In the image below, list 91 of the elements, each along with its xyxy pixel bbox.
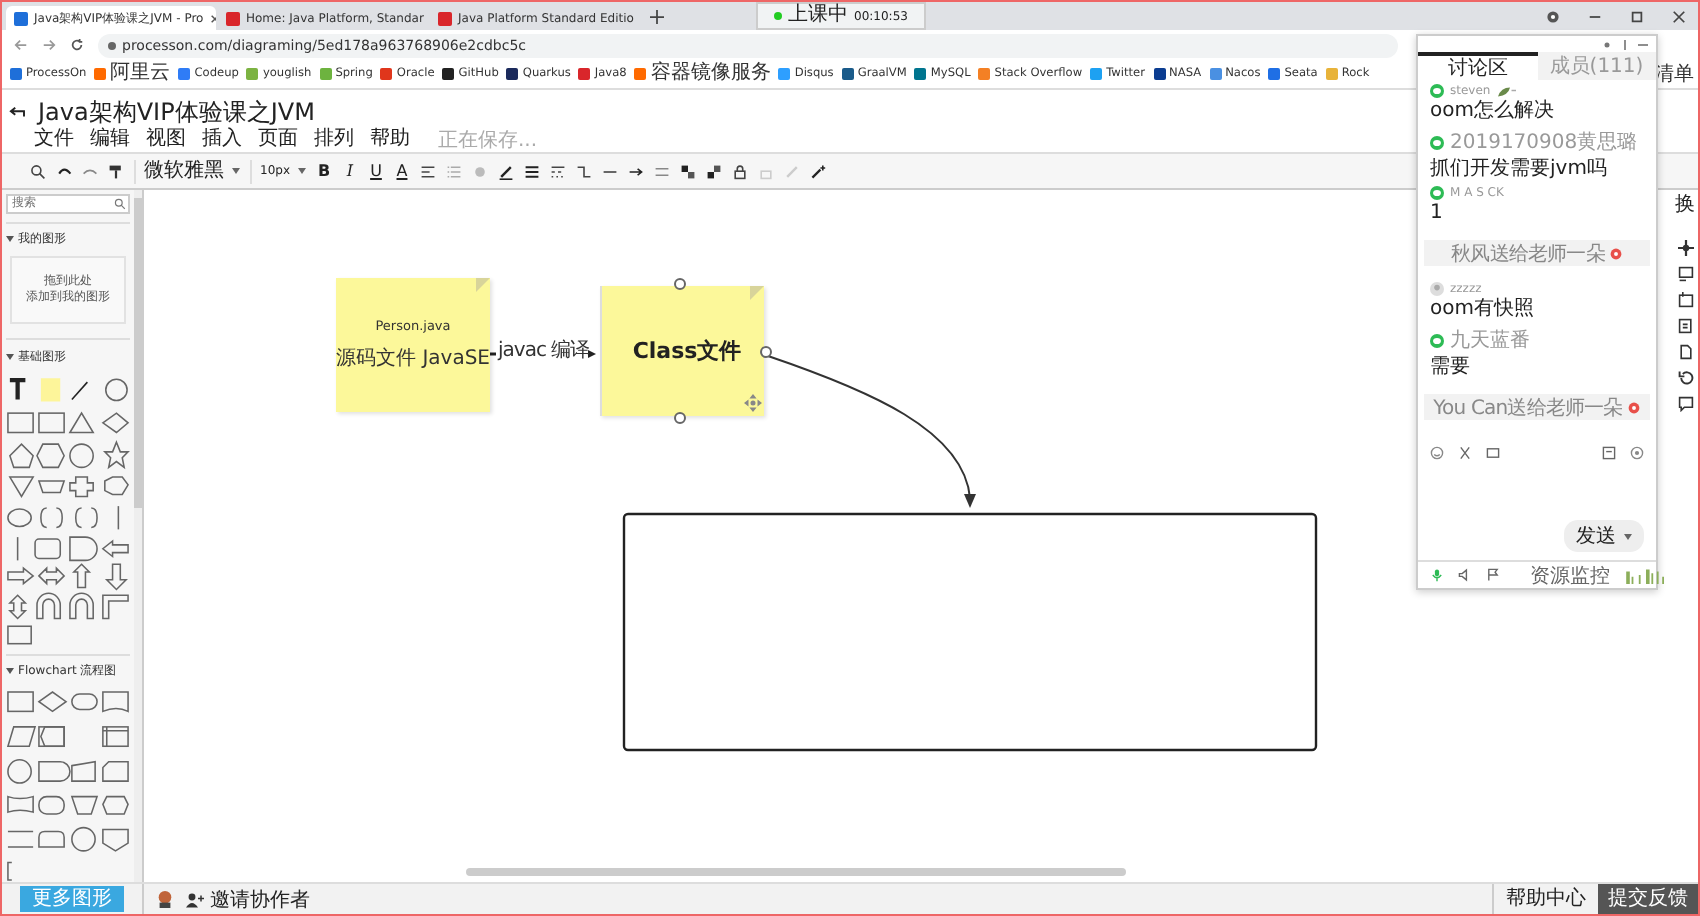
user-avatar-icon[interactable]	[156, 890, 174, 908]
message-text: 1	[1430, 202, 1445, 224]
back-icon[interactable]	[14, 38, 28, 52]
pen-icon[interactable]	[498, 163, 514, 179]
expand-icon[interactable]	[6, 353, 14, 364]
send-button[interactable]: 发送	[1564, 520, 1644, 552]
bookmark-link[interactable]: 容器镜像服务	[634, 62, 771, 86]
scissors-icon[interactable]	[1458, 446, 1472, 460]
speaker-icon[interactable]	[1458, 568, 1472, 582]
forward-icon[interactable]	[42, 38, 56, 52]
note-text: 源码文件 JavaSE	[336, 345, 490, 372]
format-icon[interactable]	[1677, 266, 1693, 282]
page-setup-icon[interactable]	[1677, 292, 1693, 308]
connector-line[interactable]	[490, 352, 496, 356]
menu-item[interactable]: 编辑	[90, 128, 130, 152]
connector-label[interactable]: javac 编译	[498, 340, 590, 364]
note-text: Class文件	[632, 339, 742, 363]
chat-tab[interactable]: 讨论区	[1418, 52, 1537, 80]
menu-item[interactable]: 视图	[146, 128, 186, 152]
gift-text: You Can送给老师一朵	[1433, 395, 1623, 421]
gift-text: 秋风送给老师一朵	[1451, 241, 1605, 267]
settings-icon[interactable]	[1630, 446, 1644, 460]
menu-item[interactable]: 排列	[314, 128, 354, 152]
menu-item[interactable]: 页面	[258, 128, 298, 152]
align-icon[interactable]	[420, 163, 436, 179]
reload-icon[interactable]	[70, 38, 84, 52]
connector-icon[interactable]	[576, 163, 592, 179]
search-icon[interactable]	[114, 198, 126, 210]
send-back-icon[interactable]	[706, 163, 722, 179]
underline-button[interactable]: U	[368, 162, 384, 180]
message-text: 抓们开发需要jvm吗	[1430, 158, 1609, 180]
search-icon[interactable]	[30, 163, 46, 179]
font-color-button[interactable]: A	[394, 162, 410, 180]
invite-collaborator-link[interactable]: 邀请协作者	[186, 885, 310, 913]
italic-button[interactable]: I	[342, 162, 358, 180]
flower-icon	[1610, 247, 1623, 259]
navigator-icon[interactable]	[1677, 240, 1693, 256]
new-tab-icon[interactable]	[650, 10, 664, 24]
line-weight-icon[interactable]	[524, 163, 540, 179]
bring-front-icon[interactable]	[680, 163, 696, 179]
shape-palette-drawing[interactable]	[6, 373, 130, 646]
restore-icon[interactable]	[1630, 9, 1644, 23]
sender-name: 2019170908黄思璐	[1450, 129, 1638, 156]
arrowhead[interactable]	[588, 350, 596, 358]
feedback-button[interactable]: 提交反馈	[1598, 884, 1698, 914]
folded-corner-icon	[750, 286, 764, 300]
line-style-icon[interactable]	[550, 163, 566, 179]
switch-label[interactable]: 换	[1675, 194, 1695, 216]
flower-icon	[1628, 401, 1641, 413]
message-text: oom怎么解决	[1430, 100, 1556, 122]
menu-item[interactable]: 文件	[34, 128, 74, 152]
message-text: oom有快照	[1430, 298, 1536, 320]
paint-brush-icon[interactable]	[108, 163, 124, 179]
message-text: 需要	[1430, 356, 1472, 378]
folded-corner-icon	[476, 278, 490, 292]
sender-name: 九天蓝番	[1450, 327, 1530, 354]
settings-icon[interactable]	[1546, 9, 1560, 23]
move-handle-icon[interactable]	[744, 394, 762, 412]
flowchart-palette-drawing[interactable]	[6, 688, 130, 882]
close-icon[interactable]	[209, 13, 216, 23]
expand-icon[interactable]	[6, 667, 14, 678]
bold-button[interactable]: B	[316, 162, 332, 180]
bookmark-link[interactable]: 阿里云	[94, 62, 171, 86]
document-icon[interactable]	[1677, 344, 1693, 360]
magic-wand-icon[interactable]	[810, 163, 826, 179]
pin-icon[interactable]	[1602, 39, 1612, 49]
lock-icon[interactable]	[732, 163, 748, 179]
menu-item[interactable]: 帮助	[370, 128, 410, 152]
undo-icon[interactable]	[56, 163, 72, 179]
comment-icon[interactable]	[1677, 396, 1693, 412]
flag-icon[interactable]	[1486, 568, 1500, 582]
image-icon[interactable]	[1486, 446, 1500, 460]
history-icon[interactable]	[1677, 370, 1693, 386]
rectangle-shape[interactable]	[622, 512, 1318, 752]
save-status: 正在保存...	[438, 128, 538, 154]
font-dropdown[interactable]: 微软雅黑	[134, 159, 240, 183]
back-arrow-icon[interactable]	[8, 105, 26, 119]
arrow-icon[interactable]	[628, 163, 644, 179]
menu-item[interactable]: 插入	[202, 128, 242, 152]
emoji-icon[interactable]	[1430, 446, 1444, 460]
resize-icon[interactable]	[1620, 39, 1630, 49]
resource-monitor-label: 资源监控	[1530, 563, 1610, 589]
close-icon[interactable]	[1672, 9, 1686, 23]
document-title: Java架构VIP体验课之JVM	[38, 95, 315, 127]
layers-icon[interactable]	[654, 163, 670, 179]
add-user-icon	[186, 891, 204, 907]
minimize-icon[interactable]	[1638, 39, 1648, 49]
notes-icon[interactable]	[1602, 446, 1616, 460]
horizontal-scrollbar[interactable]	[466, 868, 1126, 876]
resource-monitor-drawing	[1624, 566, 1668, 584]
data-icon[interactable]	[1677, 318, 1693, 334]
